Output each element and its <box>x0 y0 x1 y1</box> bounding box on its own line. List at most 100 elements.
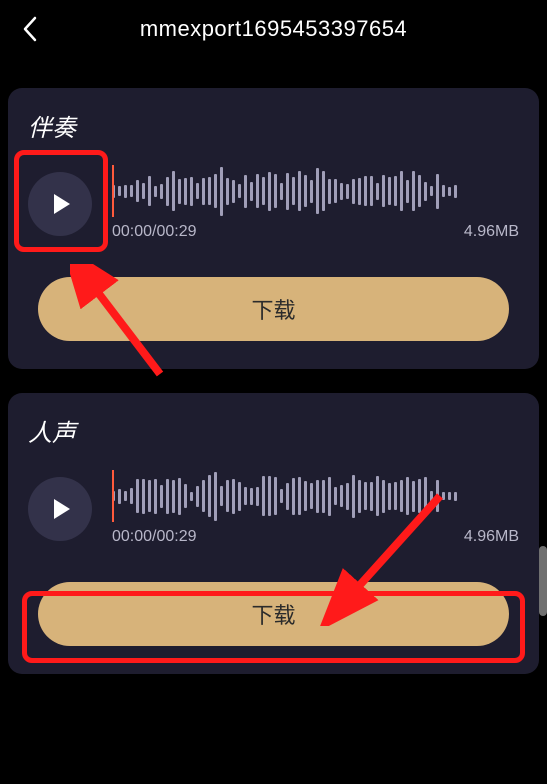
waveform-bar <box>148 480 151 512</box>
play-button[interactable] <box>28 477 92 541</box>
time-row: 00:00/00:29 4.96MB <box>112 528 519 546</box>
waveform-bar <box>412 481 415 512</box>
play-icon <box>54 194 70 214</box>
waveform-bar <box>436 480 439 512</box>
waveform-bar <box>280 183 283 200</box>
waveform-bar <box>292 478 295 515</box>
time-label: 00:00/00:29 <box>112 528 197 546</box>
player-row: 00:00/00:29 4.96MB <box>28 472 519 546</box>
waveform-bar <box>358 480 361 513</box>
waveform-bar <box>136 479 139 513</box>
waveform-bar <box>412 171 415 211</box>
waveform-bar <box>184 178 187 205</box>
waveform-bar <box>172 171 175 211</box>
player-row: 00:00/00:29 4.96MB <box>28 167 519 241</box>
waveform-bar <box>442 185 445 197</box>
waveform-bar <box>160 485 163 508</box>
waveform-bar <box>262 177 265 205</box>
waveform-bar <box>178 478 181 515</box>
waveform-bar <box>346 184 349 199</box>
waveform-bar <box>334 179 337 203</box>
waveform-bar <box>298 171 301 211</box>
waveform-bar <box>328 477 331 516</box>
waveform-bar <box>274 477 277 515</box>
waveform-bar <box>184 484 187 508</box>
waveform-bar <box>370 482 373 511</box>
waveform-bar <box>118 186 121 196</box>
waveform-bar <box>208 475 211 517</box>
download-button[interactable]: 下载 <box>38 277 509 341</box>
waveform-bar <box>358 178 361 205</box>
waveform-bar <box>124 185 127 198</box>
waveform-bar <box>244 175 247 208</box>
waveform-bar <box>196 183 199 199</box>
waveform-bar <box>310 180 313 203</box>
waveform-bar <box>238 482 241 511</box>
back-button[interactable] <box>16 15 44 43</box>
waveform-bar <box>286 173 289 210</box>
waveform-bar <box>172 480 175 513</box>
waveform-bar <box>220 167 223 216</box>
waveform-bar <box>148 176 151 206</box>
waveform-bar <box>406 477 409 515</box>
waveform-bar <box>130 185 133 197</box>
waveform-bar <box>340 485 343 507</box>
waveform-bar <box>430 186 433 196</box>
waveform-bar <box>226 178 229 205</box>
waveform-bar <box>364 176 367 206</box>
waveform-bar <box>310 483 313 509</box>
waveform-bar <box>190 177 193 206</box>
download-button[interactable]: 下载 <box>38 582 509 646</box>
waveform-bar <box>352 475 355 518</box>
waveform-bar <box>268 476 271 516</box>
chevron-left-icon <box>21 15 39 43</box>
waveform-bar <box>400 171 403 211</box>
waveform-bar <box>118 489 121 504</box>
waveform-bar <box>130 488 133 504</box>
waveform-bar <box>274 174 277 208</box>
waveform-bar <box>388 483 391 510</box>
waveform-bar <box>424 477 427 516</box>
waveform-bar <box>340 183 343 200</box>
waveform-bar <box>346 483 349 510</box>
waveform-bar <box>376 183 379 200</box>
track-title: 人声 <box>28 413 519 448</box>
waveform-bar <box>448 492 451 500</box>
waveform-bar <box>418 175 421 207</box>
waveform-bar <box>214 174 217 208</box>
waveform-bar <box>154 479 157 514</box>
waveform-bar <box>124 491 127 501</box>
waveform[interactable] <box>112 167 519 215</box>
waveform-bar <box>394 176 397 206</box>
waveform-bar <box>370 176 373 206</box>
waveform-bar <box>202 178 205 205</box>
waveform[interactable] <box>112 472 519 520</box>
waveform-bar <box>232 479 235 514</box>
waveform-bar <box>322 480 325 513</box>
scrollbar-thumb[interactable] <box>539 546 547 616</box>
waveform-bar <box>244 487 247 505</box>
waveform-bar <box>142 479 145 514</box>
waveform-bar <box>208 177 211 205</box>
playhead-cursor <box>112 470 114 522</box>
waveform-bar <box>220 486 223 506</box>
waveform-bar <box>250 182 253 201</box>
waveform-bar <box>256 174 259 208</box>
waveform-bar <box>160 184 163 199</box>
waveform-bar <box>316 168 319 214</box>
waveform-bar <box>334 487 337 505</box>
time-row: 00:00/00:29 4.96MB <box>112 223 519 241</box>
header: mmexport1695453397654 <box>0 0 547 58</box>
waveform-bar <box>364 482 367 510</box>
waveform-bar <box>214 472 217 521</box>
track-title: 伴奏 <box>28 108 519 143</box>
waveform-bar <box>322 171 325 211</box>
waveform-bar <box>196 486 199 507</box>
waveform-bar <box>304 175 307 207</box>
waveform-bar <box>430 491 433 502</box>
waveform-bar <box>232 180 235 203</box>
waveform-bar <box>382 480 385 513</box>
play-button[interactable] <box>28 172 92 236</box>
waveform-bar <box>136 180 139 202</box>
page-title: mmexport1695453397654 <box>44 16 503 42</box>
